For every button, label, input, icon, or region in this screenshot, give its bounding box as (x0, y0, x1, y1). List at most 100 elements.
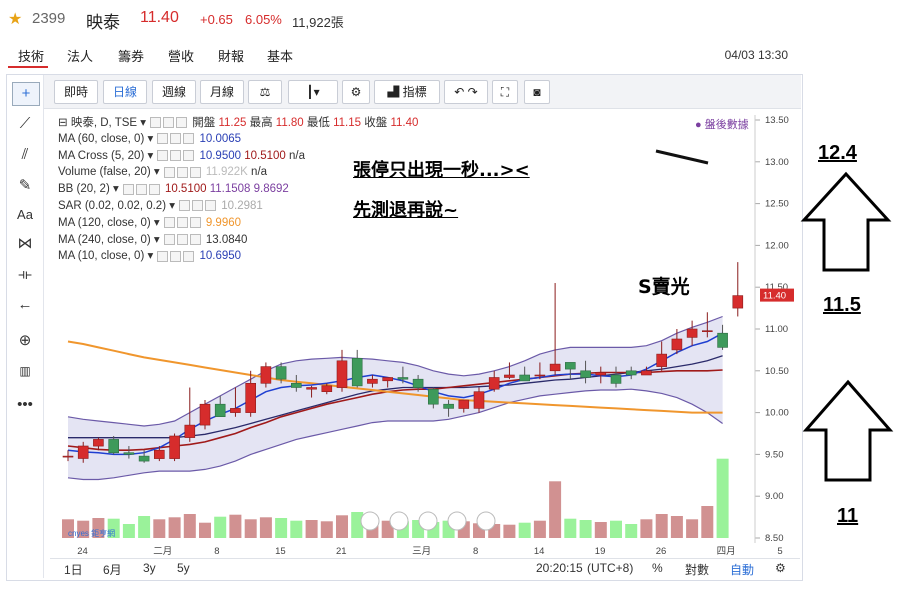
x-tick-label: 8 (473, 546, 478, 555)
chart-type-icon[interactable]: ┃▾ (288, 80, 338, 104)
x-tick-label: 19 (595, 546, 606, 555)
y-tick-label: 11.00 (765, 324, 788, 335)
trade-volume: 11,922張 (292, 15, 344, 30)
trendline-icon[interactable]: ⟋ (12, 113, 38, 135)
candle-body (108, 439, 120, 454)
candle-body (519, 374, 531, 382)
volume-bar (610, 520, 622, 538)
tab-revenue[interactable]: 營收 (168, 46, 194, 65)
candle-body (336, 360, 348, 388)
y-tick-label: 8.50 (765, 533, 784, 544)
range-3y[interactable]: 3y (143, 561, 156, 575)
interval-monthly-button[interactable]: 月線 (200, 80, 244, 104)
bollinger-band-fill (68, 316, 723, 480)
volume-bar (229, 514, 242, 538)
candle-body (321, 385, 333, 392)
candle-body (732, 295, 744, 309)
volume-bar (655, 514, 668, 538)
candle-body (443, 403, 454, 409)
candle-body (580, 370, 591, 378)
favorite-star-icon[interactable]: ★ (8, 9, 22, 29)
watermark-logo: cnyes 鉅亨網 (68, 528, 115, 538)
reset-icon (418, 511, 438, 531)
range-5y[interactable]: 5y (177, 561, 190, 575)
indicators-label: 指標 (402, 85, 427, 99)
candle-body (595, 372, 607, 376)
candle-body (686, 328, 698, 338)
indicators-button[interactable]: ▟ 指標 (374, 80, 440, 104)
candle-body (291, 382, 302, 388)
interval-daily-button[interactable]: 日線 (103, 80, 147, 104)
volume-bar (640, 519, 653, 538)
ruler-icon[interactable]: ▥ (12, 360, 38, 382)
clock: 20:20:15 (536, 561, 583, 575)
candle-body (473, 391, 485, 409)
volume-bar (168, 517, 181, 538)
fib-icon[interactable]: ⫽ (12, 144, 38, 166)
crosshair-icon[interactable]: + (12, 82, 40, 106)
candle-body (123, 452, 135, 455)
range-6m[interactable]: 6月 (103, 561, 122, 578)
timezone: (UTC+8) (587, 561, 634, 575)
candle-body (504, 374, 515, 378)
zoom-icon[interactable]: ⊕ (12, 330, 38, 352)
volume-bar (518, 522, 531, 538)
candle-body (382, 377, 394, 382)
candle-body (671, 338, 683, 351)
settings-gear-icon[interactable]: ⚙ (342, 80, 370, 104)
percent-scale-toggle[interactable]: % (652, 561, 663, 575)
volume-bar (275, 518, 288, 538)
x-tick-label: 四月 (717, 546, 736, 555)
candle-body (306, 387, 317, 390)
interval-intraday-button[interactable]: 即時 (54, 80, 98, 104)
volume-bar (564, 518, 577, 538)
fullscreen-icon[interactable]: ⛶ (492, 80, 518, 104)
candle-body (275, 366, 287, 380)
volume-bar (716, 458, 729, 538)
compare-scale-icon[interactable]: ⚖ (248, 80, 282, 104)
volume-bar (670, 516, 683, 538)
undo-redo-icon[interactable]: ↶ ↷ (444, 80, 488, 104)
annotation-line1: 張停只出現一秒...>< (353, 160, 530, 181)
arrow-left-icon[interactable]: ← (12, 294, 38, 316)
tab-institutional[interactable]: 法人 (67, 46, 93, 65)
candle-body (412, 378, 424, 388)
tab-basic[interactable]: 基本 (267, 46, 293, 65)
volume-bar (579, 520, 592, 538)
x-tick-label: 15 (275, 546, 286, 555)
tab-financials[interactable]: 財報 (218, 46, 244, 65)
candle-body (534, 374, 546, 377)
stock-code: 2399 (32, 10, 66, 27)
auto-scale-toggle[interactable]: 自動 (730, 561, 754, 578)
pattern-icon[interactable]: ⋈ (12, 233, 38, 255)
tab-margin[interactable]: 籌券 (118, 46, 144, 65)
candle-body (458, 399, 470, 409)
candle-body (169, 435, 180, 459)
volume-bar (153, 519, 166, 538)
y-tick-label: 10.00 (765, 408, 789, 419)
target-mid-label: 11.5 (823, 294, 861, 316)
volume-bar (701, 506, 714, 538)
tab-technical[interactable]: 技術 (18, 46, 44, 65)
interval-weekly-button[interactable]: 週線 (152, 80, 196, 104)
price-change: +0.65 (200, 12, 233, 27)
candle-body (701, 330, 713, 332)
candle-body (138, 455, 150, 462)
measure-icon[interactable]: ⟛ (12, 264, 38, 286)
range-1d[interactable]: 1日 (64, 561, 83, 578)
stock-header: ★ 2399 映泰 11.40 +0.65 6.05% 11,922張 (0, 0, 900, 38)
candle-body (427, 388, 439, 405)
candle-body (564, 362, 576, 370)
candle-body (245, 382, 256, 413)
zoom-in-icon (476, 511, 496, 531)
candle-body (199, 403, 211, 426)
text-tool-icon[interactable]: Aa (12, 204, 38, 226)
more-icon[interactable]: ••• (12, 394, 38, 416)
log-scale-toggle[interactable]: 對數 (685, 561, 709, 578)
candle-body (214, 403, 226, 418)
camera-icon[interactable]: ◙ (524, 80, 550, 104)
annotation-line2: 先測退再說~ (353, 200, 459, 221)
chart-settings-icon[interactable]: ⚙ (775, 561, 786, 575)
candle-body (77, 445, 89, 459)
brush-icon[interactable]: ✎ (12, 175, 38, 197)
